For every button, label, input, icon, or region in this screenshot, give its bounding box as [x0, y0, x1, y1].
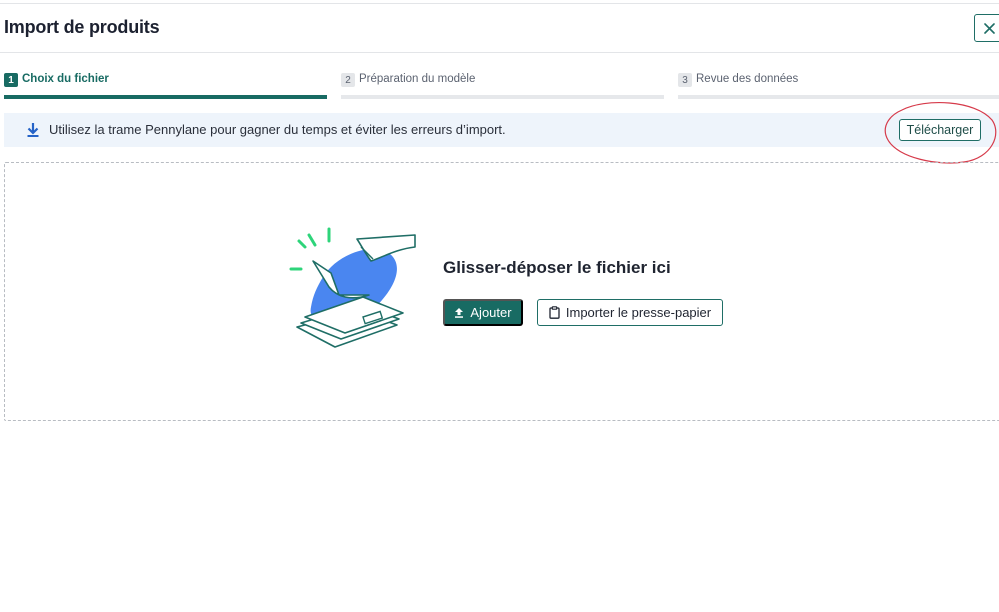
add-file-button[interactable]: Ajouter: [443, 299, 523, 326]
template-banner: Utilisez la trame Pennylane pour gagner …: [4, 113, 999, 147]
step-label: Choix du fichier: [22, 73, 109, 85]
import-clipboard-button[interactable]: Importer le presse-papier: [537, 299, 723, 326]
step-revue-donnees[interactable]: 3 Revue des données: [678, 70, 999, 100]
step-label: Revue des données: [696, 73, 799, 85]
step-preparation-modele[interactable]: 2 Préparation du modèle: [341, 70, 664, 100]
step-number: 1: [4, 73, 18, 87]
step-number: 2: [341, 73, 355, 87]
step-number: 3: [678, 73, 692, 87]
stepper: 1 Choix du fichier 2 Préparation du modè…: [0, 70, 999, 100]
step-choix-fichier[interactable]: 1 Choix du fichier: [4, 70, 327, 100]
modal-header: Import de produits: [0, 4, 999, 53]
dropzone-title: Glisser-déposer le fichier ici: [443, 258, 671, 277]
download-icon: [27, 123, 39, 137]
upload-icon: [455, 308, 464, 318]
step-progress-bar: [4, 95, 327, 99]
step-progress-bar: [341, 95, 664, 99]
banner-message: Utilisez la trame Pennylane pour gagner …: [49, 122, 506, 137]
file-dropzone[interactable]: [4, 162, 999, 421]
annotation-circle: [884, 102, 997, 164]
close-button[interactable]: [974, 14, 999, 42]
clipboard-icon: [549, 306, 560, 319]
step-label: Préparation du modèle: [359, 73, 476, 85]
page-title: Import de produits: [4, 17, 160, 37]
add-file-label: Ajouter: [470, 305, 512, 320]
import-clipboard-label: Importer le presse-papier: [565, 305, 712, 320]
file-upload-illustration: [289, 227, 416, 348]
close-icon: [983, 22, 995, 34]
